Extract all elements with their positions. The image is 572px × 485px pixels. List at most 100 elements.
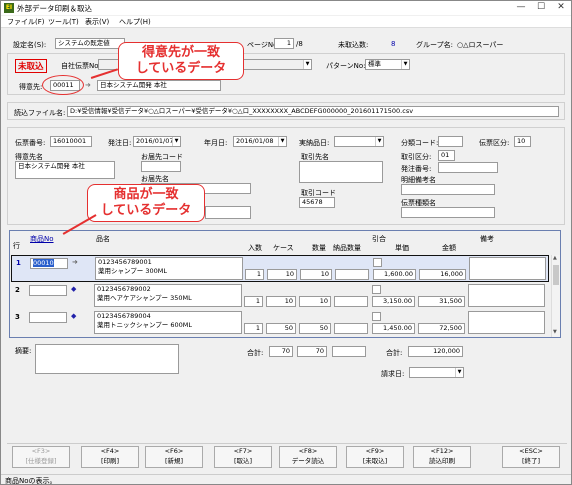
scroll-down-icon[interactable]: ▼ <box>553 329 557 335</box>
calendar-dropdown-icon[interactable]: ▼ <box>278 137 286 146</box>
col-deliv-qty: 納品数量 <box>333 244 361 252</box>
table-row[interactable]: 1 00010 ➜ 0123456789001 薬用シャンプー 300ML 1 … <box>11 255 549 282</box>
table-row[interactable]: 3 ◆ 0123456789004 薬用トニックシャンプー 600ML 1 50… <box>11 310 549 337</box>
pattern-select[interactable]: 標準 ▼ <box>365 59 410 70</box>
amount-field[interactable]: 16,000 <box>419 269 466 280</box>
entry-field[interactable]: 1 <box>244 323 263 334</box>
product-code-field[interactable] <box>29 312 67 323</box>
scroll-up-icon[interactable]: ▲ <box>553 255 557 261</box>
deliv-qty-field[interactable] <box>334 296 368 307</box>
product-search-icon[interactable]: ➜ <box>72 258 78 266</box>
trade-class-field[interactable]: 01 <box>438 150 455 161</box>
grid-header: 行 商品No 品名 入数 ケース 数量 納品数量 引合 単価 金額 備考 <box>10 231 560 257</box>
case-field[interactable]: 10 <box>266 296 296 307</box>
deliv-qty-field[interactable] <box>334 323 368 334</box>
product-code-field[interactable] <box>29 285 67 296</box>
note-field[interactable] <box>468 311 545 334</box>
col-note: 備考 <box>480 235 494 243</box>
fkey-key: <F6> <box>164 447 184 455</box>
discount-checkbox[interactable] <box>373 258 382 267</box>
case-field[interactable]: 10 <box>267 269 297 280</box>
slip-class-field[interactable]: 10 <box>514 136 531 147</box>
order-date-field[interactable]: 2016/01/07 ▼ <box>133 136 181 147</box>
qty-field[interactable]: 10 <box>299 296 331 307</box>
fkey-f12-button[interactable]: <F12> 読込印刷 <box>413 446 471 468</box>
fkey-f3-button[interactable]: <F3> [仕様登録] <box>12 446 70 468</box>
amount-total-label: 合計: <box>386 349 403 357</box>
customer-search-icon[interactable]: ➜ <box>85 81 91 89</box>
col-product-code[interactable]: 商品No <box>30 234 54 244</box>
calendar-dropdown-icon[interactable]: ▼ <box>375 137 383 146</box>
file-path-field[interactable]: D:¥受信情報¥受信データ¥○△ロスーパー¥受信データ¥○△ロ_XXXXXXXX… <box>67 106 559 117</box>
menu-file[interactable]: ファイル(F) <box>7 17 45 27</box>
delivery-code-field[interactable] <box>141 161 181 172</box>
calendar-dropdown-icon[interactable]: ▼ <box>172 137 180 146</box>
case-field[interactable]: 50 <box>266 323 296 334</box>
close-icon[interactable]: ✕ <box>551 1 571 14</box>
fkey-f9-button[interactable]: <F9> [未取込] <box>346 446 404 468</box>
product-search-icon[interactable]: ◆ <box>71 312 76 320</box>
qty-value: 10 <box>320 270 329 278</box>
fkey-f4-button[interactable]: <F4> [印刷] <box>81 446 139 468</box>
grid-scrollbar[interactable]: ▲ ▼ <box>551 255 560 337</box>
col-entry: 入数 <box>248 244 262 252</box>
qty-field[interactable]: 50 <box>299 323 331 334</box>
customer-name-field[interactable]: 日本システム開発 本社 <box>97 80 221 91</box>
menu-tools[interactable]: ツール(T) <box>48 17 79 27</box>
deliv-qty-field[interactable] <box>335 269 369 280</box>
category-code-label: 分類コード: <box>401 139 439 147</box>
minimize-icon[interactable]: — <box>511 1 531 14</box>
category-code-field[interactable] <box>438 136 463 147</box>
calendar-dropdown-icon[interactable]: ▼ <box>455 368 463 377</box>
unit-price-field[interactable]: 3,150.00 <box>372 296 415 307</box>
fkey-f7-button[interactable]: <F7> [取込] <box>214 446 272 468</box>
product-code-field[interactable]: 00010 <box>30 258 68 269</box>
product-search-icon[interactable]: ◆ <box>71 285 76 293</box>
chevron-down-icon: ▼ <box>303 60 311 69</box>
entry-field[interactable]: 1 <box>244 296 263 307</box>
fkey-label: [仕様登録] <box>25 457 57 465</box>
discount-checkbox[interactable] <box>372 285 381 294</box>
unit-price-field[interactable]: 1,450.00 <box>372 323 415 334</box>
supplier-code-field[interactable]: 45678 <box>299 197 335 208</box>
slip-number-field[interactable]: 16010001 <box>50 136 92 147</box>
product-name-box[interactable]: 0123456789001 薬用シャンプー 300ML <box>95 257 243 280</box>
menu-view[interactable]: 表示(V) <box>85 17 109 27</box>
fkey-label: [未取込] <box>362 457 388 465</box>
discount-checkbox[interactable] <box>372 312 381 321</box>
billing-date-field[interactable]: ▼ <box>409 367 464 378</box>
pending-label: 未取込数: <box>338 41 369 49</box>
qty-field[interactable]: 10 <box>300 269 332 280</box>
annual-date-field[interactable]: 2016/01/08 ▼ <box>233 136 287 147</box>
menu-help[interactable]: ヘルプ(H) <box>119 17 151 27</box>
fkey-f6-button[interactable]: <F6> [新規] <box>145 446 203 468</box>
maximize-icon[interactable]: ☐ <box>531 1 551 14</box>
amount-field[interactable]: 31,500 <box>418 296 465 307</box>
slip-type-field[interactable] <box>401 207 495 218</box>
order-number-field[interactable] <box>438 162 498 173</box>
unit-price-field[interactable]: 1,600.00 <box>373 269 416 280</box>
memo-field[interactable] <box>35 344 179 374</box>
fkey-label: [終了] <box>521 457 541 465</box>
note-field[interactable] <box>468 284 545 307</box>
amount-total-field: 120,000 <box>408 346 463 357</box>
scrollbar-thumb[interactable] <box>553 265 559 285</box>
fkey-f8-button[interactable]: <F8> データ読込 <box>279 446 337 468</box>
detail-note-field[interactable] <box>401 184 495 195</box>
customer-name-box[interactable]: 日本システム開発 本社 <box>15 161 115 179</box>
product-name-box[interactable]: 0123456789004 薬用トニックシャンプー 600ML <box>94 311 242 334</box>
entry-field[interactable]: 1 <box>245 269 264 280</box>
amount-field[interactable]: 72,500 <box>418 323 465 334</box>
fkey-key: <F9> <box>365 447 385 455</box>
note-field[interactable] <box>469 257 546 280</box>
product-name-box[interactable]: 0123456789002 薬用ヘアケアシャンプー 350ML <box>94 284 242 307</box>
fkey-esc-button[interactable]: <ESC> [終了] <box>502 446 560 468</box>
supplier-name-field[interactable] <box>299 161 383 183</box>
page-stepper[interactable]: 1 <box>274 38 294 49</box>
settings-select[interactable]: システムの既定値 <box>55 38 125 49</box>
group-label: グループ名: <box>416 41 453 49</box>
table-row[interactable]: 2 ◆ 0123456789002 薬用ヘアケアシャンプー 350ML 1 10… <box>11 283 549 310</box>
delivery-extra-field[interactable] <box>205 206 251 219</box>
arrival-date-field[interactable]: ▼ <box>334 136 384 147</box>
annual-date-value: 2016/01/08 <box>236 137 274 145</box>
